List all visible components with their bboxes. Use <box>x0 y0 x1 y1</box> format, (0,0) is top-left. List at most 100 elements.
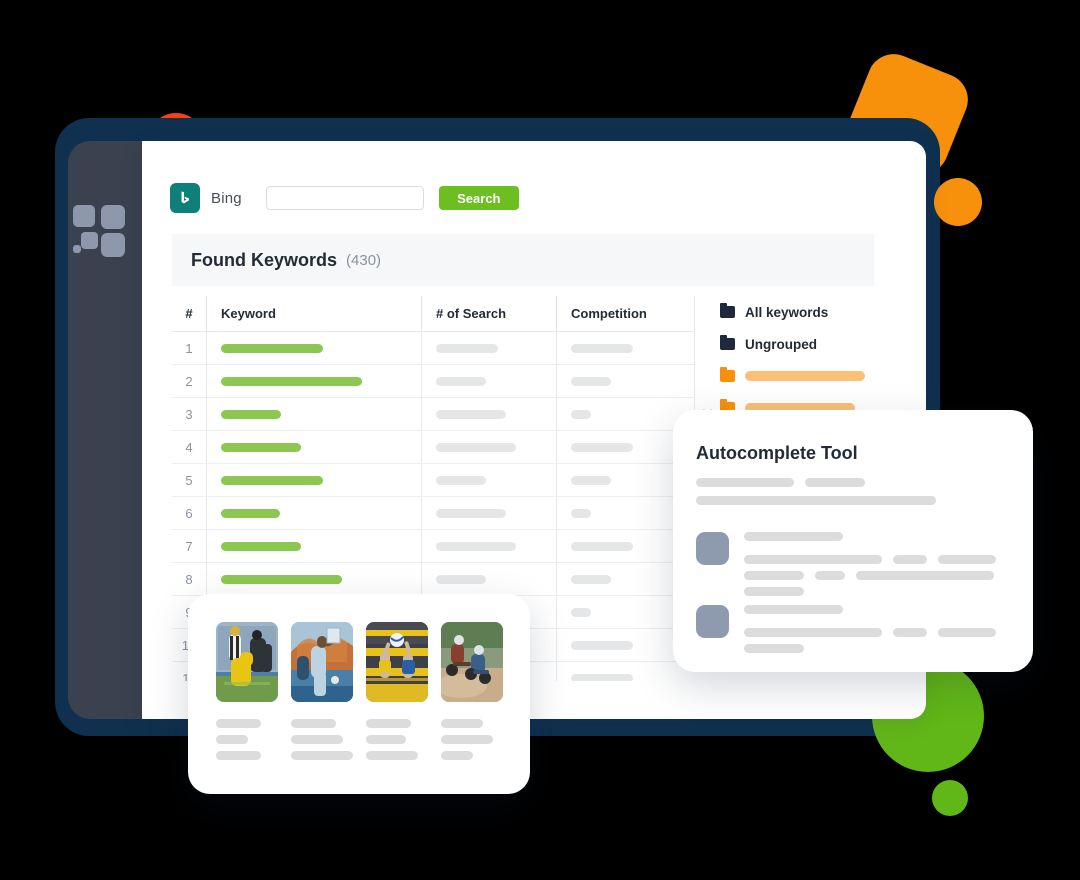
grid-dashboard-icon[interactable] <box>73 205 125 257</box>
image-caption-placeholder <box>216 719 278 760</box>
placeholder-line <box>744 532 843 541</box>
grid-icon-square-1 <box>73 205 95 227</box>
autocomplete-result-item[interactable] <box>696 532 996 603</box>
value-bar <box>571 475 611 485</box>
group-list-item[interactable] <box>720 360 874 392</box>
value-bar <box>571 508 591 518</box>
image-result-item[interactable] <box>216 622 278 767</box>
placeholder-line <box>744 605 843 614</box>
screenshot-stage: Bing Search Found Keywords (430) # Keywo… <box>0 0 1080 880</box>
group-label: Ungrouped <box>745 336 817 352</box>
value-bar <box>571 574 611 584</box>
placeholder-line-row <box>744 628 996 637</box>
cell-competition <box>556 530 686 562</box>
row-index: 6 <box>185 505 193 521</box>
placeholder-line <box>441 719 483 728</box>
cell-competition <box>556 365 686 397</box>
decorative-orange-circle <box>934 178 982 226</box>
table-row[interactable]: 5 <box>172 464 694 497</box>
value-bar <box>571 376 611 386</box>
row-index: 3 <box>185 406 193 422</box>
autocomplete-header-placeholder <box>696 478 936 514</box>
placeholder-line <box>744 555 882 564</box>
cell-competition <box>556 398 686 430</box>
placeholder-line <box>366 719 411 728</box>
cell-competition <box>556 431 686 463</box>
table-row[interactable]: 4 <box>172 431 694 464</box>
keyword-bar <box>221 541 301 551</box>
cell-num-search <box>421 365 556 397</box>
image-result-item[interactable] <box>366 622 428 767</box>
search-engine-name: Bing <box>211 189 242 207</box>
search-button[interactable]: Search <box>438 186 519 210</box>
row-index: 1 <box>185 340 193 356</box>
cell-competition <box>556 596 686 628</box>
column-header-num-search[interactable]: # of Search <box>421 296 556 331</box>
row-index: 8 <box>185 571 193 587</box>
american-football-photo[interactable] <box>216 622 278 702</box>
placeholder-line <box>291 735 343 744</box>
basketball-photo[interactable] <box>291 622 353 702</box>
table-row[interactable]: 7 <box>172 530 694 563</box>
image-caption-placeholder <box>366 719 428 760</box>
placeholder-line <box>938 555 996 564</box>
placeholder-line <box>291 719 336 728</box>
folder-icon <box>720 335 735 350</box>
bing-logo-icon <box>170 183 200 213</box>
motocross-photo[interactable] <box>441 622 503 702</box>
volleyball-photo[interactable] <box>366 622 428 702</box>
placeholder-line <box>744 571 804 580</box>
keyword-bar <box>221 508 280 518</box>
placeholder-line <box>696 496 936 505</box>
placeholder-line <box>441 735 493 744</box>
cell-keyword <box>206 530 421 562</box>
placeholder-line <box>366 751 418 760</box>
search-bar: Bing Search <box>170 183 519 213</box>
folder-icon <box>720 303 735 318</box>
column-header-keyword[interactable]: Keyword <box>206 296 421 331</box>
table-row[interactable]: 1 <box>172 332 694 365</box>
table-row[interactable]: 8 <box>172 563 694 596</box>
keyword-bar <box>221 574 342 584</box>
table-row[interactable]: 2 <box>172 365 694 398</box>
grid-icon-square-4 <box>101 233 125 257</box>
column-header-competition[interactable]: Competition <box>556 296 686 331</box>
image-result-item[interactable] <box>291 622 353 767</box>
row-index: 7 <box>185 538 193 554</box>
placeholder-line <box>216 751 261 760</box>
placeholder-line-row <box>744 644 996 653</box>
avatar <box>696 532 729 565</box>
placeholder-line-row <box>696 496 936 505</box>
image-results-grid <box>216 622 503 767</box>
placeholder-line <box>893 555 927 564</box>
table-row[interactable]: 6 <box>172 497 694 530</box>
placeholder-line <box>744 587 804 596</box>
search-input[interactable] <box>265 186 424 210</box>
cell-num-search <box>421 563 556 595</box>
placeholder-line <box>441 751 473 760</box>
group-list-item[interactable]: Ungrouped <box>720 328 874 360</box>
cell-competition <box>556 629 686 661</box>
placeholder-line-row <box>744 555 996 564</box>
column-header-index[interactable]: # <box>172 306 206 321</box>
cell-num-search <box>421 431 556 463</box>
cell-num-search <box>421 332 556 364</box>
image-result-item[interactable] <box>441 622 503 767</box>
autocomplete-result-item[interactable] <box>696 605 996 660</box>
row-index: 5 <box>185 472 193 488</box>
placeholder-line <box>744 628 882 637</box>
page-title: Found Keywords <box>191 249 338 270</box>
placeholder-line-row <box>744 571 996 580</box>
placeholder-line <box>216 719 261 728</box>
decorative-green-circle-small <box>932 780 968 816</box>
value-bar <box>571 442 633 452</box>
image-results-card <box>188 594 530 794</box>
cell-keyword <box>206 398 421 430</box>
keyword-bar <box>221 343 323 353</box>
group-list-item[interactable]: All keywords <box>720 296 874 328</box>
cell-competition <box>556 464 686 496</box>
placeholder-line <box>744 644 804 653</box>
folder-icon <box>720 367 735 382</box>
cell-competition <box>556 563 686 595</box>
table-row[interactable]: 3 <box>172 398 694 431</box>
